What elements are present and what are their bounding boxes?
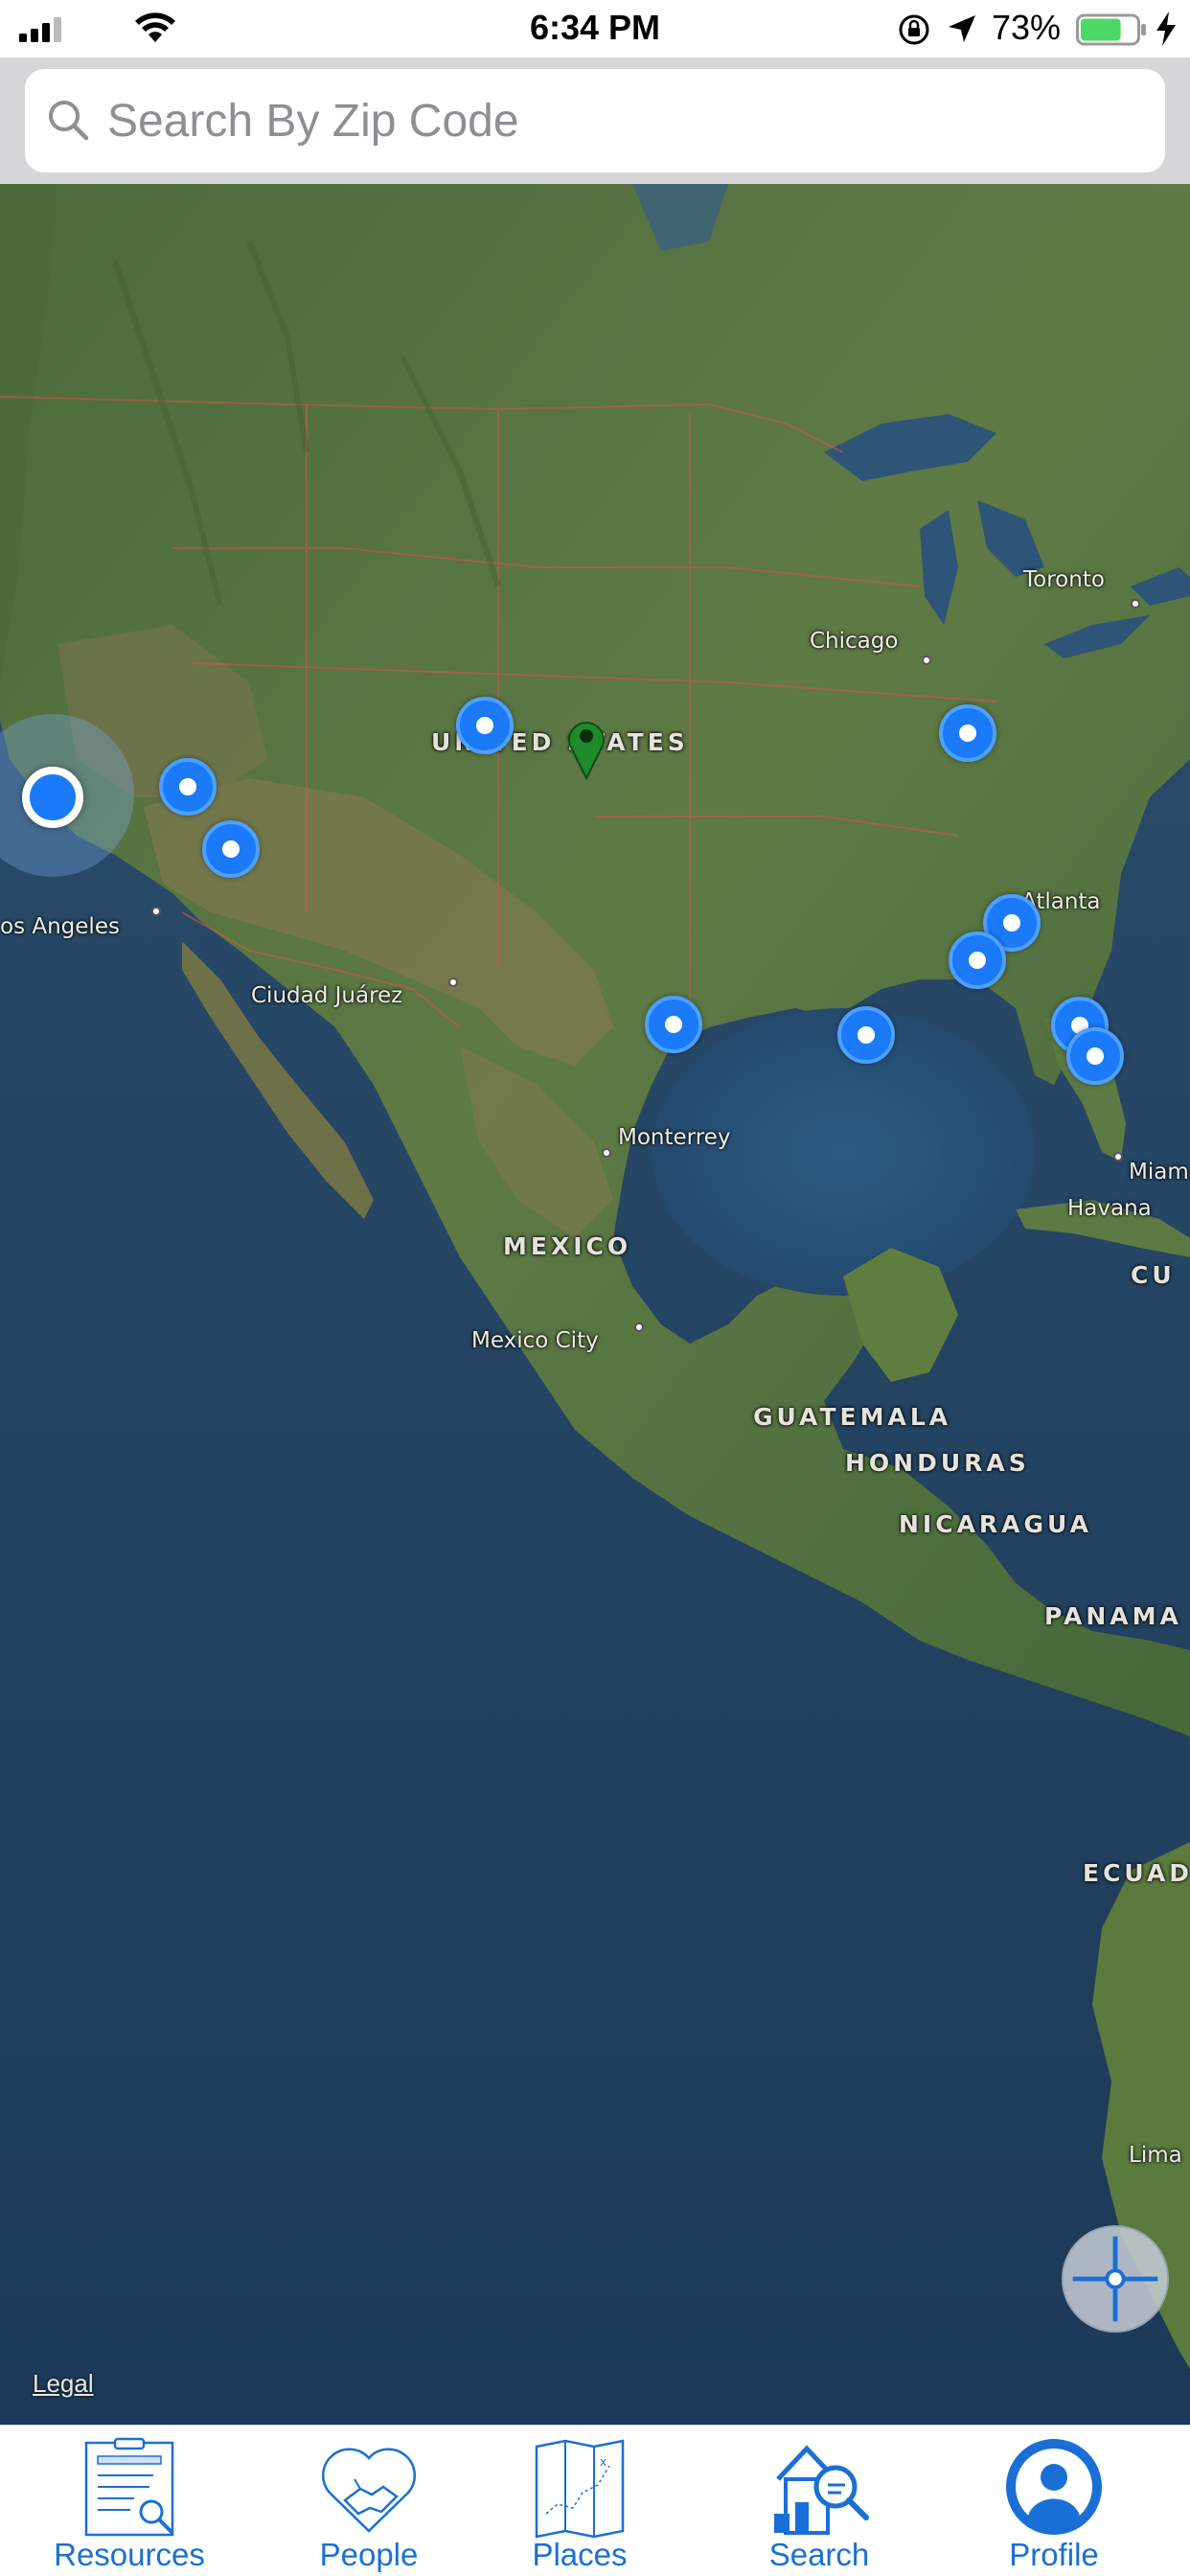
orientation-lock-icon [899,14,929,45]
map-pin[interactable] [456,697,514,754]
city-marker [602,1148,611,1158]
charging-bolt-icon [1156,12,1176,46]
map-label-monterrey: Monterrey [618,1125,731,1150]
map-label-cuba: CU [1131,1261,1176,1289]
tab-label: People [319,2537,419,2572]
folded-map-icon: x [535,2439,625,2539]
tab-bar: Resources People x Places Search Profile [0,2425,1190,2576]
search-bar-container [0,58,1190,184]
city-marker [922,656,931,665]
map-legal-link[interactable]: Legal [33,2369,94,2399]
map-label-los-angeles: os Angeles [0,914,120,939]
map-label-toronto: Toronto [1023,567,1105,592]
battery-percent: 73% [992,8,1062,47]
compass-locate-button[interactable] [1062,2225,1169,2333]
tab-label: Search [768,2537,870,2572]
search-box[interactable] [25,69,1165,172]
map-pin[interactable] [939,704,996,762]
map-pin[interactable] [202,820,260,878]
tab-resources[interactable]: Resources [29,2426,230,2576]
status-bar: 6:34 PM 73% [0,0,1190,58]
map-label-mexico: MEXICO [503,1232,632,1260]
map-label-guatemala: GUATEMALA [753,1403,952,1431]
map-label-nicaragua: NICARAGUA [899,1510,1092,1538]
satellite-map-image [0,184,1190,2425]
map-view[interactable]: Toronto Chicago UNITED STATES Atlanta os… [0,184,1190,2425]
map-pin[interactable] [1066,1027,1124,1085]
map-pin[interactable] [645,996,702,1053]
city-marker [1131,599,1140,609]
map-label-honduras: HONDURAS [845,1449,1030,1477]
map-label-chicago: Chicago [810,629,899,654]
city-marker [151,907,161,916]
map-label-miami: Miam [1129,1160,1189,1184]
map-label-havana: Havana [1067,1196,1152,1221]
tab-label: Profile [1009,2537,1099,2572]
tab-people[interactable]: People [278,2426,460,2576]
user-location-dot[interactable] [22,767,83,828]
tab-search[interactable]: Search [728,2426,910,2576]
heart-handshake-icon [322,2448,416,2533]
tab-label: Resources [54,2537,205,2572]
map-label-ciudad-juarez: Ciudad Juárez [251,983,403,1008]
tab-places[interactable]: x Places [489,2426,671,2576]
selected-location-pin[interactable] [562,713,610,780]
search-icon [49,101,89,141]
map-pin[interactable] [949,932,1006,989]
city-marker [448,978,458,987]
map-label-panama: PANAMA [1044,1602,1182,1630]
tab-label: Places [532,2537,628,2572]
map-pin[interactable] [159,758,217,816]
zip-code-search-input[interactable] [107,86,1142,155]
tab-profile[interactable]: Profile [968,2426,1140,2576]
map-label-ecuador: ECUAD [1083,1859,1190,1887]
location-arrow-icon [949,15,975,42]
map-label-lima: Lima [1129,2143,1182,2168]
city-marker [1113,1152,1123,1162]
map-pin[interactable] [837,1006,895,1064]
house-search-icon [774,2445,869,2535]
battery-icon [1076,13,1146,46]
svg-text:x: x [600,2455,606,2469]
clipboard-search-icon [84,2437,174,2537]
map-label-mexico-city: Mexico City [471,1328,599,1353]
city-marker [634,1322,644,1332]
profile-icon [1006,2439,1102,2535]
